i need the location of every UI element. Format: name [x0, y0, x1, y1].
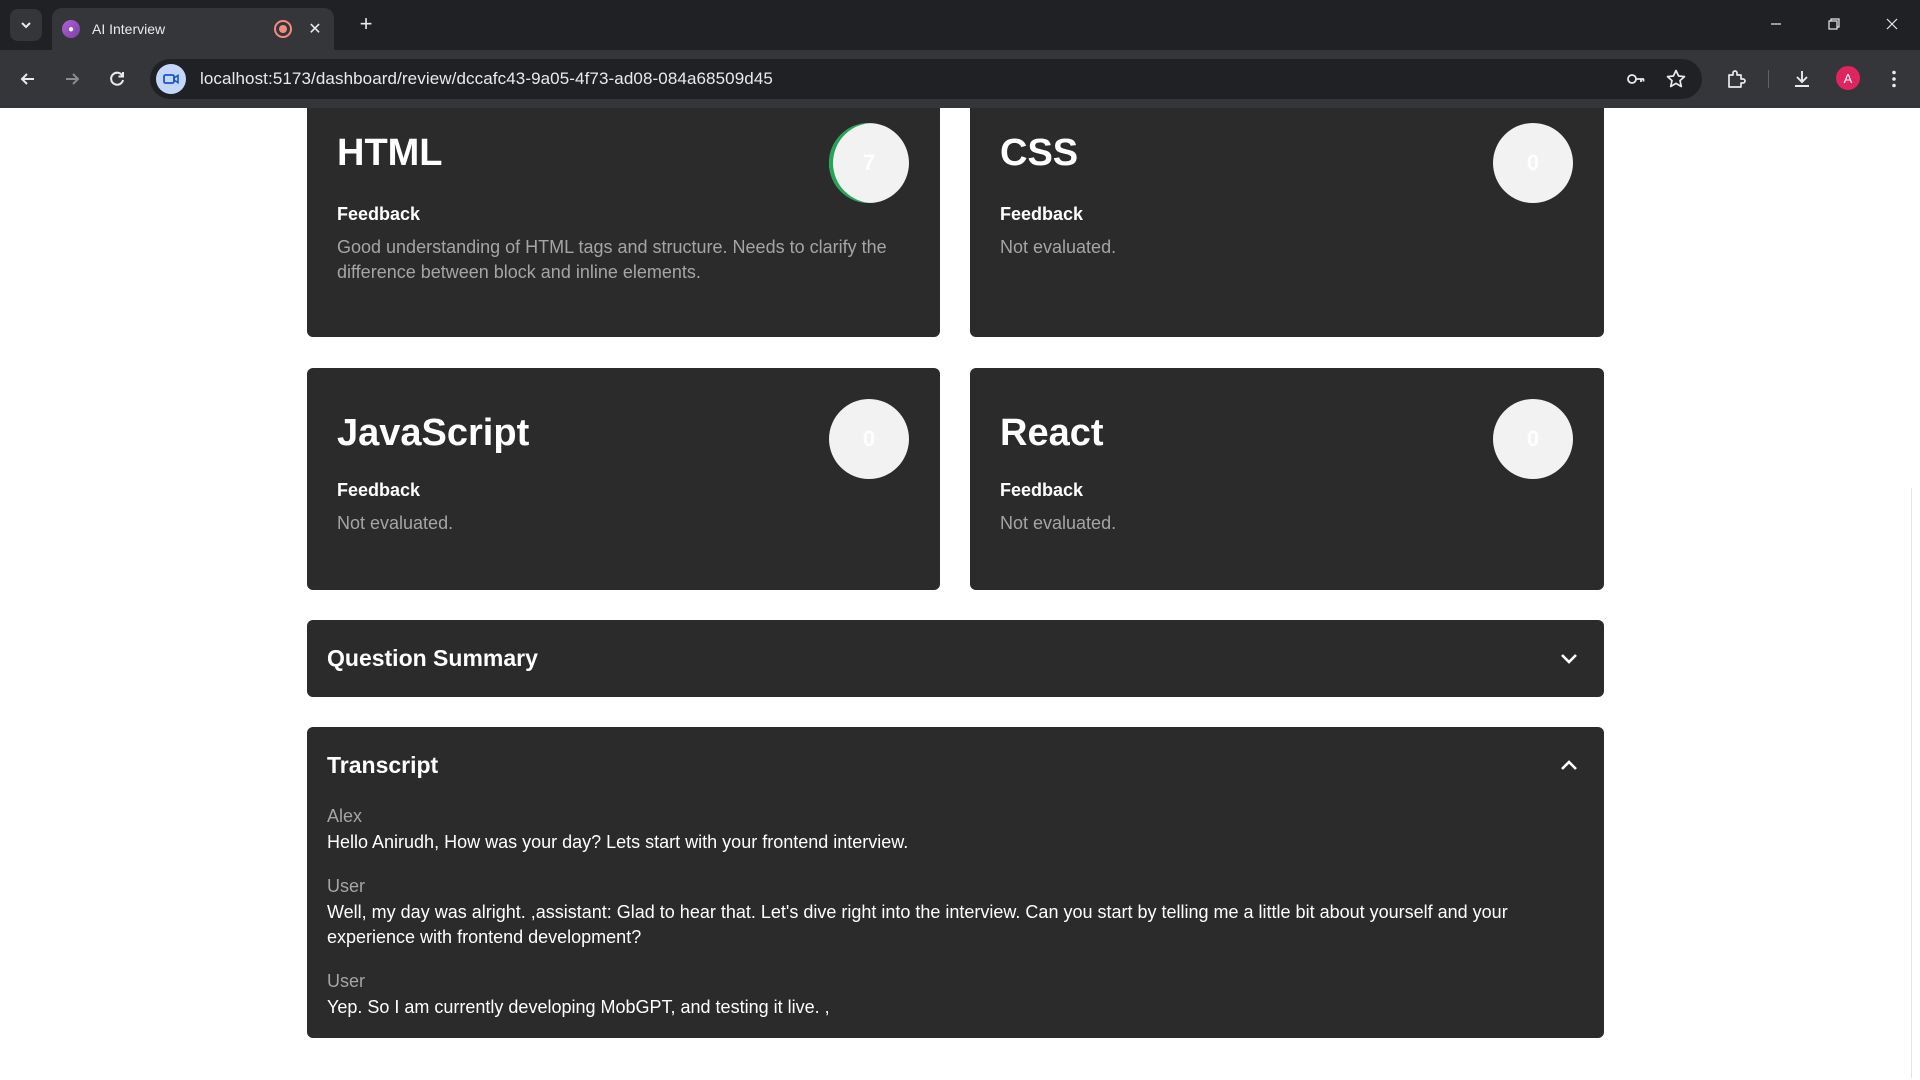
question-summary-title: Question Summary: [327, 645, 538, 671]
browser-tab-strip: ● AI Interview ✕ +: [0, 0, 1920, 50]
arrow-left-icon: [20, 73, 34, 85]
feedback-text: Not evaluated.: [1000, 237, 1117, 257]
key-icon: [1627, 74, 1645, 84]
skill-score-badge: 7: [829, 123, 909, 203]
page-scrollbar[interactable]: [1909, 108, 1920, 1080]
reload-icon: [110, 71, 124, 86]
url-text[interactable]: localhost:5173/dashboard/review/dccafc43…: [200, 69, 1622, 89]
feedback-text: Not evaluated.: [337, 513, 454, 533]
star-icon: [1666, 69, 1686, 88]
skill-score-badge: 0: [829, 399, 909, 479]
puzzle-icon: [1728, 70, 1746, 88]
extensions-button[interactable]: [1722, 65, 1750, 93]
feedback-label: Feedback: [1000, 480, 1084, 500]
forward-button[interactable]: [58, 65, 86, 93]
skill-title: CSS: [1000, 132, 1079, 174]
collapse-toggle[interactable]: [1556, 752, 1582, 778]
skill-score-badge: 0: [1493, 399, 1573, 479]
skill-title: React: [1000, 412, 1104, 454]
bookmark-button[interactable]: [1662, 65, 1690, 93]
tab-title: AI Interview: [92, 21, 166, 37]
chevron-up-icon: [1561, 760, 1577, 770]
skill-score-value: 7: [862, 150, 876, 175]
new-tab-button[interactable]: +: [354, 11, 378, 36]
skill-score-badge: 0: [1493, 123, 1573, 203]
feedback-label: Feedback: [1000, 204, 1084, 224]
message-speaker: User: [327, 971, 366, 991]
skill-card-html: HTML 7 Feedback Good understanding of HT…: [307, 108, 940, 337]
password-key-button[interactable]: [1622, 65, 1650, 93]
skill-score-value: 0: [1526, 150, 1540, 175]
restore-button[interactable]: [1814, 10, 1854, 38]
browser-menu-button[interactable]: [1880, 65, 1908, 93]
address-bar[interactable]: localhost:5173/dashboard/review/dccafc43…: [150, 59, 1702, 99]
expand-toggle[interactable]: [1556, 645, 1582, 671]
browser-tab[interactable]: ● AI Interview ✕: [52, 8, 334, 50]
skill-title: HTML: [337, 132, 443, 174]
message-speaker: User: [327, 876, 366, 896]
browser-toolbar: localhost:5173/dashboard/review/dccafc43…: [0, 50, 1920, 108]
back-button[interactable]: [14, 65, 42, 93]
site-info-button[interactable]: [156, 64, 186, 94]
more-vertical-icon: [1892, 70, 1896, 88]
feedback-label: Feedback: [337, 204, 421, 224]
close-icon: [1886, 18, 1898, 30]
skill-title: JavaScript: [337, 412, 530, 454]
skill-score-value: 0: [1526, 426, 1540, 451]
message-text: Well, my day was alright. ,assistant: Gl…: [327, 902, 1508, 947]
close-window-button[interactable]: [1872, 10, 1912, 38]
app-favicon-icon: ●: [62, 20, 80, 38]
skill-card-css: CSS 0 Feedback Not evaluated.: [970, 108, 1604, 337]
feedback-text: Not evaluated.: [1000, 513, 1117, 533]
page-viewport: HTML 7 Feedback Good understanding of HT…: [0, 108, 1920, 1080]
arrow-right-icon: [66, 73, 80, 85]
recording-indicator-icon: [274, 20, 292, 38]
chevron-down-icon: [1561, 654, 1577, 664]
tab-close-icon[interactable]: ✕: [306, 19, 324, 39]
downloads-button[interactable]: [1788, 65, 1816, 93]
skill-score-value: 0: [862, 426, 876, 451]
transcript-title: Transcript: [327, 752, 439, 778]
feedback-label: Feedback: [337, 480, 421, 500]
scrollbar-thumb[interactable]: [1911, 488, 1919, 1078]
feedback-text: Good understanding of HTML tags and stru…: [337, 237, 887, 282]
tab-search-button[interactable]: [10, 9, 42, 41]
video-camera-icon: [163, 74, 179, 84]
question-summary-accordion[interactable]: Question Summary: [307, 620, 1604, 697]
toolbar-divider: [1768, 70, 1769, 88]
restore-icon: [1828, 18, 1840, 30]
minimize-icon: [1771, 23, 1781, 25]
download-icon: [1795, 71, 1809, 87]
profile-avatar[interactable]: A: [1836, 66, 1860, 90]
skill-card-javascript: JavaScript 0 Feedback Not evaluated.: [307, 368, 940, 590]
minimize-button[interactable]: [1756, 10, 1796, 38]
message-text: Hello Anirudh, How was your day? Lets st…: [327, 832, 909, 852]
chevron-down-icon: [21, 22, 31, 29]
message-text: Yep. So I am currently developing MobGPT…: [327, 997, 830, 1017]
skill-card-react: React 0 Feedback Not evaluated.: [970, 368, 1604, 590]
reload-button[interactable]: [103, 65, 131, 93]
message-speaker: Alex: [327, 806, 363, 826]
transcript-accordion[interactable]: Transcript Alex Hello Anirudh, How was y…: [307, 727, 1604, 1038]
